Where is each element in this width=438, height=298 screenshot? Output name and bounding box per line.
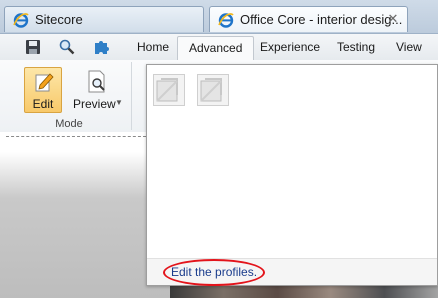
tab-view[interactable]: View [385, 36, 433, 60]
preview-icon [88, 70, 105, 93]
tab-testing[interactable]: Testing [326, 36, 386, 60]
profile-image-placeholder-icon [200, 78, 222, 102]
ribbon-group-label: Mode [55, 118, 83, 130]
browser-tab-label: Office Core - interior desig... [240, 12, 403, 27]
save-icon[interactable] [24, 38, 42, 56]
tab-home[interactable]: Home [126, 36, 180, 60]
edit-button-label: Edit [32, 97, 54, 111]
browser-tab-strip: Sitecore Office Core - interior desig...… [0, 0, 438, 34]
ie-icon [218, 12, 234, 28]
edit-profiles-link[interactable]: Edit the profiles. [171, 265, 257, 279]
search-icon[interactable] [58, 38, 76, 56]
profile-thumbnail[interactable] [153, 74, 185, 106]
page-divider [6, 136, 146, 137]
chevron-down-icon[interactable]: ▼ [115, 98, 123, 107]
profile-thumbnail[interactable] [197, 74, 229, 106]
edit-button[interactable]: Edit [24, 67, 62, 113]
profiles-popup: Edit the profiles. [146, 64, 438, 286]
puzzle-icon[interactable] [92, 38, 110, 56]
preview-button-label: Preview [73, 97, 116, 111]
ribbon-group-mode: Edit Preview ▼ Mode [7, 62, 132, 130]
preview-button[interactable]: Preview ▼ [69, 67, 125, 113]
pencil-icon [35, 73, 54, 92]
profile-image-placeholder-icon [156, 78, 178, 102]
tab-advanced[interactable]: Advanced [177, 36, 255, 61]
browser-tab-label: Sitecore [35, 12, 83, 27]
browser-tab-sitecore[interactable]: Sitecore [4, 6, 204, 32]
close-icon[interactable]: ✕ [386, 12, 400, 26]
page-photo-strip [170, 286, 438, 298]
ribbon-tab-row: Home Advanced Experience Testing View [0, 34, 438, 61]
ie-icon [13, 12, 29, 28]
tab-experience[interactable]: Experience [249, 36, 331, 60]
browser-tab-office-core[interactable]: Office Core - interior desig... [209, 6, 408, 32]
